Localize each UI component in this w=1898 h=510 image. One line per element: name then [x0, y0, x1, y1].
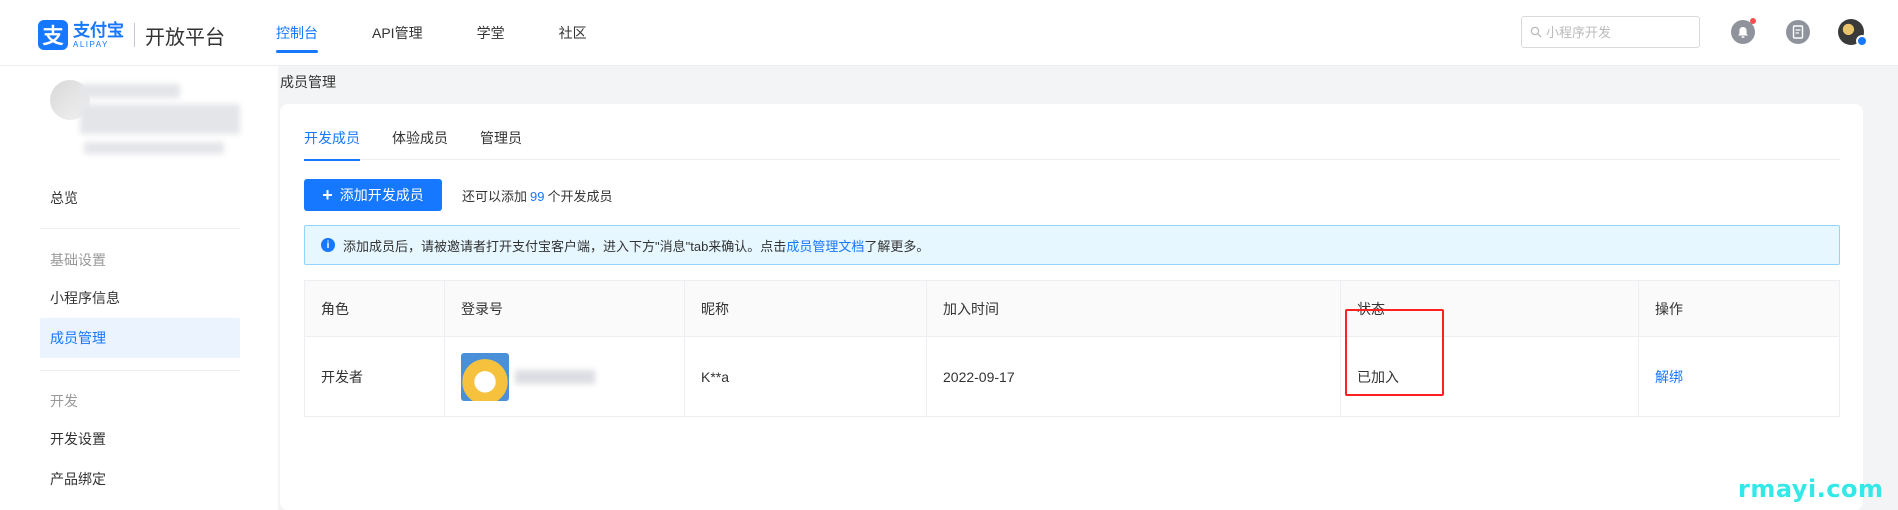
top-header: 支 支付宝 ALIPAY 开放平台 控制台 API管理 学堂 社区 [0, 0, 1898, 66]
alipay-logo-en: ALIPAY [73, 39, 109, 49]
member-table: 角色 登录号 昵称 加入时间 状态 操作 开发者 K**a 2022-09-17… [304, 280, 1840, 417]
alipay-logo-text: 支付宝 ALIPAY [73, 22, 124, 49]
cell-status: 已加入 [1340, 336, 1639, 417]
cell-login [444, 336, 685, 417]
nav-community[interactable]: 社区 [559, 0, 587, 66]
table-header-row: 角色 登录号 昵称 加入时间 状态 操作 [304, 280, 1840, 337]
user-avatar[interactable] [1838, 19, 1868, 47]
add-dev-member-button[interactable]: + 添加开发成员 [304, 179, 442, 211]
sidebar: 总览 基础设置 小程序信息 成员管理 开发 开发设置 产品绑定 [0, 66, 278, 510]
unbind-link[interactable]: 解绑 [1655, 369, 1683, 385]
breadcrumb: 成员管理 [280, 74, 336, 90]
col-joined: 加入时间 [926, 280, 1341, 337]
sidebar-item-overview[interactable]: 总览 [40, 178, 240, 218]
blurred-app-owner [84, 142, 224, 154]
sidebar-item-product-binding[interactable]: 产品绑定 [40, 459, 240, 499]
cell-action: 解绑 [1638, 336, 1840, 417]
sidebar-item-mini-info[interactable]: 小程序信息 [40, 278, 240, 318]
sidebar-group-dev: 开发 [50, 393, 78, 409]
col-status: 状态 [1340, 280, 1639, 337]
member-doc-link[interactable]: 成员管理文档 [786, 236, 864, 255]
alert-tail: 了解更多。 [864, 238, 930, 254]
member-tabs: 开发成员 体验成员 管理员 [304, 104, 1840, 161]
sidebar-divider [40, 370, 240, 371]
member-avatar [461, 352, 509, 401]
alipay-logo-mark: 支 [38, 20, 68, 50]
search-icon [1530, 26, 1542, 38]
notification-bell-icon[interactable] [1731, 18, 1756, 44]
plus-icon: + [322, 185, 333, 205]
search-input[interactable] [1546, 24, 1686, 40]
app-info-card[interactable] [50, 74, 240, 166]
blurred-login-id [515, 369, 595, 384]
col-role: 角色 [304, 280, 445, 337]
alipay-logo-cn: 支付宝 [73, 20, 124, 40]
quota-count: 99 [530, 189, 545, 204]
document-icon[interactable] [1786, 20, 1810, 44]
tab-dev-members[interactable]: 开发成员 [304, 104, 360, 161]
sidebar-divider [40, 228, 240, 229]
info-icon: i [321, 238, 335, 252]
logo-divider [134, 23, 135, 47]
member-card: 开发成员 体验成员 管理员 + 添加开发成员 还可以添加 99 个开发成员 i 添加… [280, 104, 1863, 510]
info-alert: i 添加成员后，请被邀请者打开支付宝客户端，进入下方"消息"tab来确认。点击成… [304, 225, 1840, 265]
col-nickname: 昵称 [684, 280, 927, 337]
add-dev-member-label: 添加开发成员 [339, 187, 424, 203]
sidebar-item-dev-settings[interactable]: 开发设置 [40, 419, 240, 459]
search-box[interactable] [1521, 16, 1700, 48]
watermark: rmayi.com [1738, 475, 1884, 503]
member-quota: 还可以添加 99 个开发成员 [462, 186, 613, 205]
col-action: 操作 [1638, 280, 1840, 337]
nav-api-management[interactable]: API管理 [372, 0, 423, 66]
quota-suffix: 个开发成员 [547, 189, 613, 204]
cell-role: 开发者 [304, 336, 445, 417]
alert-text: 添加成员后，请被邀请者打开支付宝客户端，进入下方"消息"tab来确认。点击 [343, 238, 787, 254]
cell-nickname: K**a [684, 336, 927, 417]
blurred-app-id [80, 104, 240, 134]
cell-joined: 2022-09-17 [926, 336, 1341, 417]
nav-academy[interactable]: 学堂 [477, 0, 505, 66]
platform-title: 开放平台 [145, 26, 225, 49]
notification-dot [1750, 18, 1756, 24]
quota-prefix: 还可以添加 [462, 189, 528, 204]
table-row: 开发者 K**a 2022-09-17 已加入 解绑 [304, 336, 1840, 417]
nav-console[interactable]: 控制台 [276, 0, 318, 66]
blurred-app-name [80, 84, 180, 98]
alipay-logo[interactable]: 支 支付宝 ALIPAY 开放平台 [38, 18, 225, 52]
tab-trial-members[interactable]: 体验成员 [392, 104, 448, 160]
top-nav: 控制台 API管理 学堂 社区 [276, 0, 641, 66]
avatar-badge-icon [1856, 35, 1868, 47]
sidebar-item-member-management[interactable]: 成员管理 [40, 318, 240, 358]
sidebar-group-basic: 基础设置 [50, 252, 106, 268]
col-login: 登录号 [444, 280, 685, 337]
tab-admins[interactable]: 管理员 [480, 104, 522, 160]
